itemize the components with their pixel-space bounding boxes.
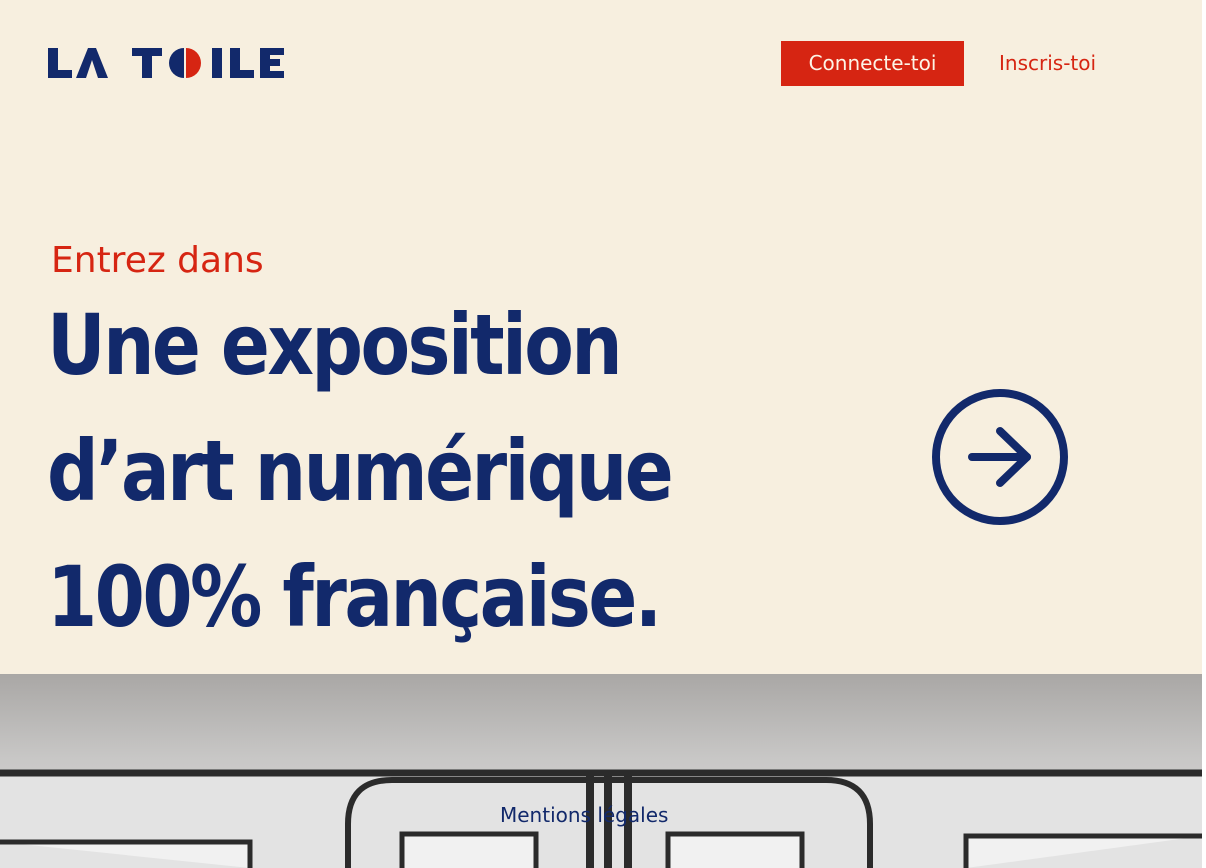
signup-link[interactable]: Inscris-toi — [999, 41, 1096, 86]
page-edge — [1202, 0, 1206, 868]
headline-line-3: 100% française. — [47, 548, 662, 646]
page: LA TOILE — [0, 0, 1206, 868]
hero-headline: Une exposition d’art numérique 100% fran… — [47, 282, 674, 660]
arrow-right-circle-icon — [932, 389, 1068, 525]
enter-exhibition-button[interactable] — [930, 387, 1070, 527]
legal-notice-link[interactable]: Mentions légales — [500, 800, 668, 830]
gallery-drawing — [0, 769, 1202, 868]
login-button[interactable]: Connecte-toi — [781, 41, 964, 86]
logo-wordmark — [48, 48, 284, 78]
headline-line-2: d’art numérique — [47, 422, 674, 520]
gallery-illustration — [0, 674, 1202, 868]
site-logo[interactable]: LA TOILE — [46, 40, 308, 84]
hero-kicker: Entrez dans — [51, 240, 264, 281]
headline-line-1: Une exposition — [47, 296, 623, 394]
hero-section: LA TOILE — [0, 0, 1202, 674]
